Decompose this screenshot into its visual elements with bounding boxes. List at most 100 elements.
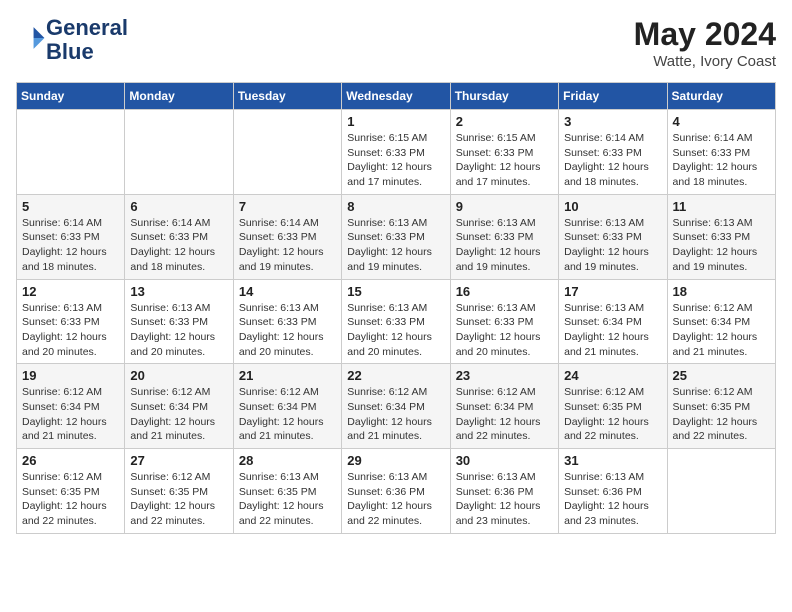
day-info: Sunrise: 6:12 AMSunset: 6:35 PMDaylight:… <box>673 385 770 444</box>
day-number: 8 <box>347 199 444 214</box>
page-header: General Blue May 2024 Watte, Ivory Coast <box>16 16 776 70</box>
calendar-day-3: 3Sunrise: 6:14 AMSunset: 6:33 PMDaylight… <box>559 110 667 195</box>
weekday-header-row: SundayMondayTuesdayWednesdayThursdayFrid… <box>17 83 776 110</box>
weekday-header-friday: Friday <box>559 83 667 110</box>
calendar-day-2: 2 Sunrise: 6:15 AMSunset: 6:33 PMDaylight… <box>450 110 558 195</box>
weekday-header-saturday: Saturday <box>667 83 775 110</box>
calendar-day-11: 11Sunrise: 6:13 AMSunset: 6:33 PMDayligh… <box>667 194 775 279</box>
calendar-week-row: 5Sunrise: 6:14 AMSunset: 6:33 PMDaylight… <box>17 194 776 279</box>
weekday-header-thursday: Thursday <box>450 83 558 110</box>
calendar-day-24: 24 Sunrise: 6:12 AMSunset: 6:35 PMDayligh… <box>559 364 667 449</box>
day-number: 11 <box>673 199 770 214</box>
calendar-day-25: 25 Sunrise: 6:12 AMSunset: 6:35 PMDayligh… <box>667 364 775 449</box>
day-info: Sunrise: 6:14 AMSunset: 6:33 PMDaylight:… <box>564 131 661 190</box>
day-number: 15 <box>347 284 444 299</box>
day-number: 28 <box>239 453 336 468</box>
day-number: 22 <box>347 368 444 383</box>
logo-icon <box>18 24 46 52</box>
day-number: 2 <box>456 114 553 129</box>
calendar-day-20: 20 Sunrise: 6:12 AMSunset: 6:34 PMDayligh… <box>125 364 233 449</box>
day-info: Sunrise: 6:14 AMSunset: 6:33 PMDaylight:… <box>673 131 770 190</box>
calendar-day-19: 19Sunrise: 6:12 AMSunset: 6:34 PMDayligh… <box>17 364 125 449</box>
day-info: Sunrise: 6:13 AMSunset: 6:33 PMDaylight:… <box>564 216 661 275</box>
calendar-day-16: 16 Sunrise: 6:13 AMSunset: 6:33 PMDayligh… <box>450 279 558 364</box>
calendar-day-9: 9 Sunrise: 6:13 AMSunset: 6:33 PMDaylight… <box>450 194 558 279</box>
calendar-day-13: 13 Sunrise: 6:13 AMSunset: 6:33 PMDayligh… <box>125 279 233 364</box>
empty-day-cell <box>125 110 233 195</box>
day-info: Sunrise: 6:13 AMSunset: 6:36 PMDaylight:… <box>564 470 661 529</box>
location-title: Watte, Ivory Coast <box>634 53 776 70</box>
day-number: 10 <box>564 199 661 214</box>
calendar-day-22: 22 Sunrise: 6:12 AMSunset: 6:34 PMDayligh… <box>342 364 450 449</box>
day-number: 17 <box>564 284 661 299</box>
day-info: Sunrise: 6:13 AMSunset: 6:33 PMDaylight:… <box>347 301 444 360</box>
day-number: 12 <box>22 284 119 299</box>
calendar-week-row: 12 Sunrise: 6:13 AMSunset: 6:33 PMDayligh… <box>17 279 776 364</box>
day-info: Sunrise: 6:12 AMSunset: 6:35 PMDaylight:… <box>130 470 227 529</box>
calendar-day-17: 17 Sunrise: 6:13 AMSunset: 6:34 PMDayligh… <box>559 279 667 364</box>
day-info: Sunrise: 6:12 AMSunset: 6:34 PMDaylight:… <box>22 385 119 444</box>
calendar-day-27: 27 Sunrise: 6:12 AMSunset: 6:35 PMDayligh… <box>125 449 233 534</box>
empty-day-cell <box>233 110 341 195</box>
calendar-day-18: 18 Sunrise: 6:12 AMSunset: 6:34 PMDayligh… <box>667 279 775 364</box>
calendar-day-6: 6Sunrise: 6:14 AMSunset: 6:33 PMDaylight… <box>125 194 233 279</box>
calendar-day-12: 12 Sunrise: 6:13 AMSunset: 6:33 PMDayligh… <box>17 279 125 364</box>
calendar-day-31: 31 Sunrise: 6:13 AMSunset: 6:36 PMDayligh… <box>559 449 667 534</box>
day-info: Sunrise: 6:13 AMSunset: 6:34 PMDaylight:… <box>564 301 661 360</box>
day-number: 25 <box>673 368 770 383</box>
day-number: 21 <box>239 368 336 383</box>
weekday-header-wednesday: Wednesday <box>342 83 450 110</box>
day-number: 30 <box>456 453 553 468</box>
day-number: 6 <box>130 199 227 214</box>
day-number: 27 <box>130 453 227 468</box>
empty-day-cell <box>17 110 125 195</box>
day-number: 14 <box>239 284 336 299</box>
day-number: 16 <box>456 284 553 299</box>
day-info: Sunrise: 6:12 AMSunset: 6:34 PMDaylight:… <box>347 385 444 444</box>
day-number: 7 <box>239 199 336 214</box>
day-number: 4 <box>673 114 770 129</box>
calendar-day-29: 29Sunrise: 6:13 AMSunset: 6:36 PMDayligh… <box>342 449 450 534</box>
logo-text: General Blue <box>46 16 128 64</box>
day-number: 9 <box>456 199 553 214</box>
day-number: 31 <box>564 453 661 468</box>
day-number: 18 <box>673 284 770 299</box>
day-info: Sunrise: 6:15 AMSunset: 6:33 PMDaylight:… <box>456 131 553 190</box>
calendar-table: SundayMondayTuesdayWednesdayThursdayFrid… <box>16 82 776 534</box>
calendar-day-1: 1 Sunrise: 6:15 AMSunset: 6:33 PMDaylight… <box>342 110 450 195</box>
day-info: Sunrise: 6:12 AMSunset: 6:34 PMDaylight:… <box>456 385 553 444</box>
day-info: Sunrise: 6:13 AMSunset: 6:33 PMDaylight:… <box>22 301 119 360</box>
day-number: 26 <box>22 453 119 468</box>
day-info: Sunrise: 6:13 AMSunset: 6:33 PMDaylight:… <box>239 301 336 360</box>
calendar-day-8: 8 Sunrise: 6:13 AMSunset: 6:33 PMDaylight… <box>342 194 450 279</box>
logo: General Blue <box>16 16 128 64</box>
day-info: Sunrise: 6:12 AMSunset: 6:34 PMDaylight:… <box>673 301 770 360</box>
weekday-header-sunday: Sunday <box>17 83 125 110</box>
day-info: Sunrise: 6:12 AMSunset: 6:35 PMDaylight:… <box>22 470 119 529</box>
day-number: 13 <box>130 284 227 299</box>
day-info: Sunrise: 6:15 AMSunset: 6:33 PMDaylight:… <box>347 131 444 190</box>
calendar-day-14: 14 Sunrise: 6:13 AMSunset: 6:33 PMDayligh… <box>233 279 341 364</box>
calendar-day-15: 15 Sunrise: 6:13 AMSunset: 6:33 PMDayligh… <box>342 279 450 364</box>
day-info: Sunrise: 6:13 AMSunset: 6:33 PMDaylight:… <box>130 301 227 360</box>
calendar-week-row: 1 Sunrise: 6:15 AMSunset: 6:33 PMDaylight… <box>17 110 776 195</box>
calendar-day-21: 21 Sunrise: 6:12 AMSunset: 6:34 PMDayligh… <box>233 364 341 449</box>
calendar-day-23: 23 Sunrise: 6:12 AMSunset: 6:34 PMDayligh… <box>450 364 558 449</box>
day-number: 20 <box>130 368 227 383</box>
day-info: Sunrise: 6:12 AMSunset: 6:35 PMDaylight:… <box>564 385 661 444</box>
calendar-day-4: 4 Sunrise: 6:14 AMSunset: 6:33 PMDaylight… <box>667 110 775 195</box>
day-info: Sunrise: 6:13 AMSunset: 6:33 PMDaylight:… <box>456 216 553 275</box>
day-info: Sunrise: 6:12 AMSunset: 6:34 PMDaylight:… <box>130 385 227 444</box>
day-number: 24 <box>564 368 661 383</box>
calendar-day-10: 10 Sunrise: 6:13 AMSunset: 6:33 PMDayligh… <box>559 194 667 279</box>
day-info: Sunrise: 6:13 AMSunset: 6:33 PMDaylight:… <box>347 216 444 275</box>
calendar-day-28: 28Sunrise: 6:13 AMSunset: 6:35 PMDayligh… <box>233 449 341 534</box>
day-number: 1 <box>347 114 444 129</box>
day-info: Sunrise: 6:13 AMSunset: 6:36 PMDaylight:… <box>347 470 444 529</box>
day-info: Sunrise: 6:13 AMSunset: 6:33 PMDaylight:… <box>456 301 553 360</box>
month-year-title: May 2024 <box>634 16 776 53</box>
calendar-day-7: 7Sunrise: 6:14 AMSunset: 6:33 PMDaylight… <box>233 194 341 279</box>
day-number: 23 <box>456 368 553 383</box>
day-info: Sunrise: 6:12 AMSunset: 6:34 PMDaylight:… <box>239 385 336 444</box>
calendar-day-26: 26 Sunrise: 6:12 AMSunset: 6:35 PMDayligh… <box>17 449 125 534</box>
